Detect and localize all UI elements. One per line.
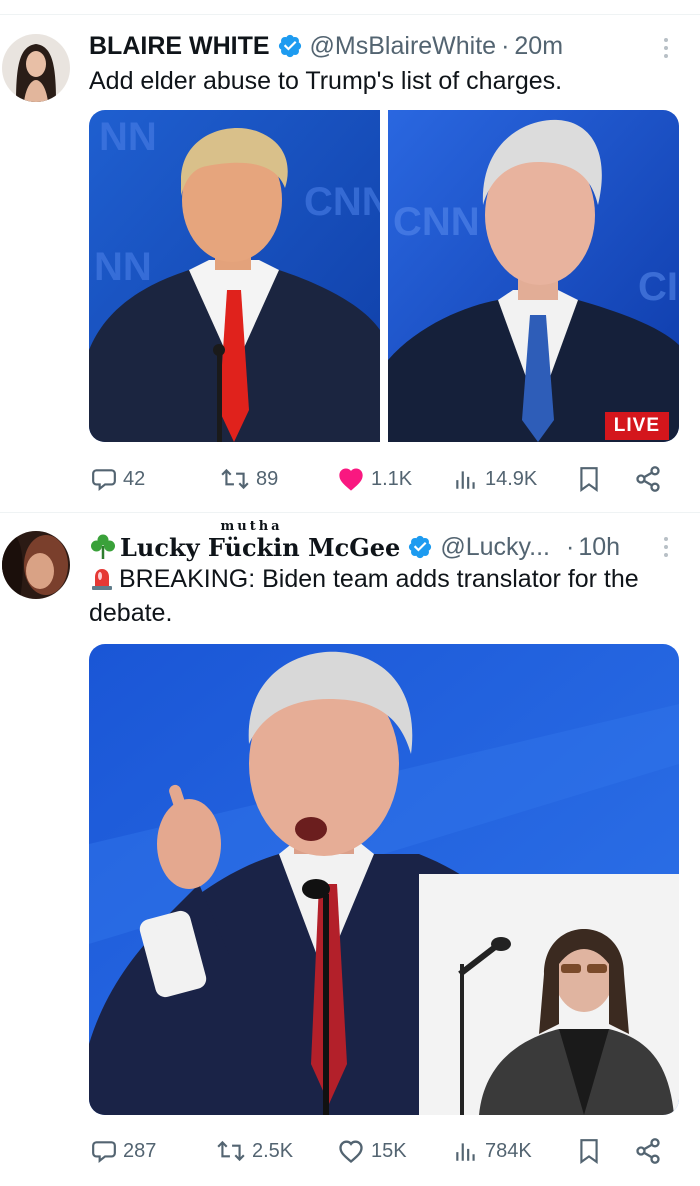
heart-icon: [339, 1140, 363, 1164]
verified-badge-icon: [277, 33, 303, 59]
heart-filled-icon: [339, 468, 363, 491]
repost-button[interactable]: 2.5K: [216, 1136, 293, 1166]
bookmark-button[interactable]: [578, 464, 600, 494]
author-superscript: mutha: [220, 518, 283, 534]
view-count: 784K: [485, 1139, 532, 1162]
like-count: 15K: [371, 1139, 407, 1162]
views-icon: [456, 1143, 475, 1161]
author-avatar[interactable]: [2, 34, 70, 102]
like-button[interactable]: 15K: [337, 1136, 407, 1166]
svg-text:NN: NN: [99, 115, 157, 159]
siren-emoji-icon: [89, 565, 115, 591]
shamrock-emoji-icon: [89, 533, 117, 561]
repost-count: 2.5K: [252, 1139, 294, 1162]
share-icon: [636, 1138, 660, 1164]
like-count: 1.1K: [371, 467, 413, 490]
svg-text:CNN: CNN: [304, 180, 380, 224]
tweet-actions: 42 89 1.1K 14.9K: [89, 464, 669, 494]
view-count: 14.9K: [485, 467, 538, 490]
views-icon: [456, 471, 475, 489]
svg-text:CNN: CNN: [393, 200, 480, 244]
reply-icon: [92, 469, 116, 492]
tweet-2[interactable]: Lucky Fü mutha ckin McGee @Lucky... · 10h …: [0, 513, 700, 1186]
reply-icon: [92, 1141, 116, 1164]
live-badge: LIVE: [604, 412, 669, 440]
more-options-icon[interactable]: [664, 38, 670, 62]
bookmark-icon: [580, 467, 598, 492]
tweet-media[interactable]: [89, 644, 679, 1115]
tweet-text: BREAKING: Biden team adds translator for…: [89, 562, 680, 630]
repost-count: 89: [256, 467, 279, 490]
share-button[interactable]: [634, 1136, 662, 1166]
author-name[interactable]: Lucky Fü mutha ckin McGee: [120, 519, 400, 562]
verified-badge-icon: [407, 534, 433, 560]
repost-icon: [221, 468, 249, 490]
author-handle[interactable]: @MsBlaireWhite: [310, 32, 497, 61]
svg-text:NN: NN: [94, 245, 152, 289]
meta-separator: ·: [566, 532, 575, 561]
reply-count: 287: [123, 1139, 157, 1162]
post-time[interactable]: 20m: [514, 32, 563, 61]
share-icon: [636, 466, 660, 492]
author-avatar[interactable]: [2, 531, 70, 599]
views-button[interactable]: 784K: [453, 1136, 532, 1166]
reply-button[interactable]: 42: [91, 464, 145, 494]
more-options-icon[interactable]: [664, 537, 670, 561]
media-photo[interactable]: [89, 644, 679, 1115]
reply-count: 42: [123, 467, 146, 490]
meta-separator: ·: [501, 31, 510, 60]
media-photo-right[interactable]: CNN CI LIVE: [388, 110, 679, 442]
author-handle[interactable]: @Lucky...: [440, 533, 550, 562]
bookmark-button[interactable]: [578, 1136, 600, 1166]
share-button[interactable]: [634, 464, 662, 494]
svg-text:CI: CI: [638, 265, 678, 309]
views-button[interactable]: 14.9K: [453, 464, 537, 494]
tweet-media[interactable]: NN CNN NN CNN CI LIVE: [89, 110, 679, 442]
tweet-header: BLAIRE WHITE @MsBlaireWhite · 20m: [89, 26, 680, 66]
tweet-header: Lucky Fü mutha ckin McGee @Lucky... · 10h: [89, 519, 680, 567]
post-time[interactable]: 10h: [578, 533, 620, 562]
repost-icon: [217, 1140, 245, 1162]
like-button[interactable]: 1.1K: [337, 464, 412, 494]
media-photo-left[interactable]: NN CNN NN: [89, 110, 380, 442]
tweet-text-body: BREAKING: Biden team adds translator for…: [89, 565, 639, 627]
tweet-actions: 287 2.5K 15K 784K: [89, 1136, 669, 1166]
repost-button[interactable]: 89: [220, 464, 278, 494]
tweet-1[interactable]: BLAIRE WHITE @MsBlaireWhite · 20m Add el…: [0, 0, 700, 505]
author-name[interactable]: BLAIRE WHITE: [89, 32, 270, 61]
tweet-text: Add elder abuse to Trump's list of charg…: [89, 67, 563, 95]
reply-button[interactable]: 287: [91, 1136, 156, 1166]
bookmark-icon: [580, 1139, 598, 1164]
